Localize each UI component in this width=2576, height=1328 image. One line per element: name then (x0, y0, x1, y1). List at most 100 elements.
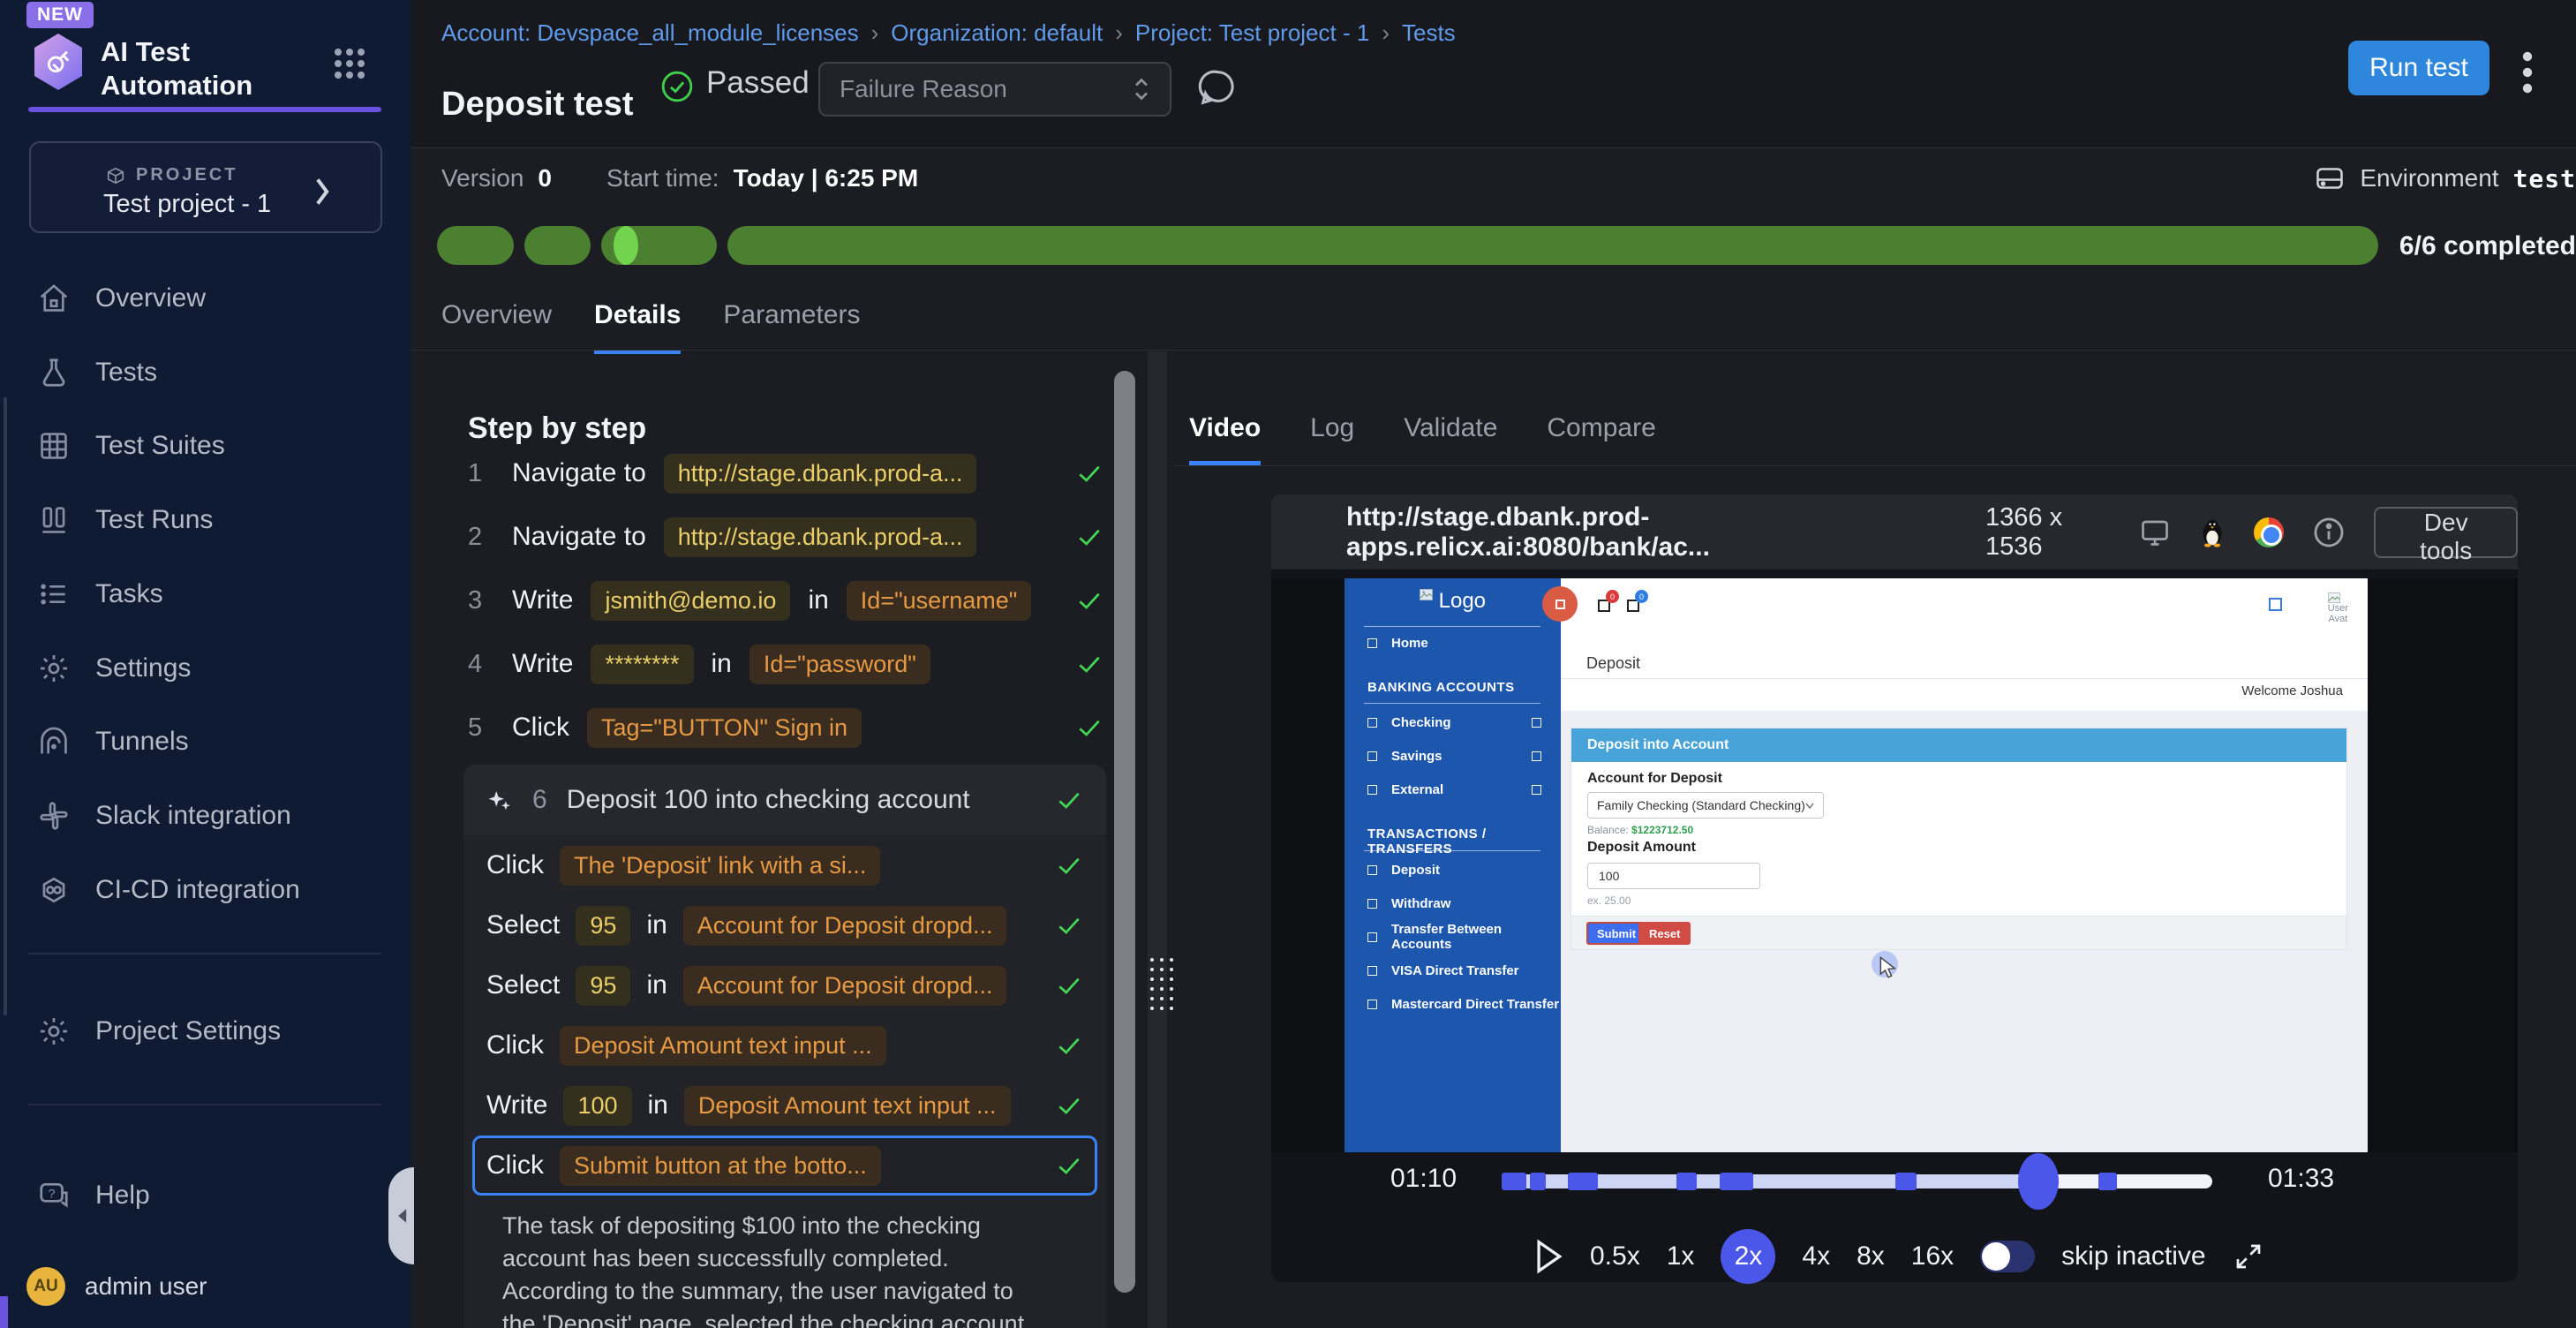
bank-nav-item[interactable]: Deposit (1344, 856, 1561, 883)
step-row[interactable]: Select95inAccount for Deposit dropd... (486, 895, 1083, 955)
timeline-thumb[interactable] (2018, 1153, 2059, 1210)
bank-nav-item[interactable]: Mastercard Direct Transfer (1344, 991, 1561, 1017)
breadcrumb-account[interactable]: Account: Devspace_all_module_licenses (441, 19, 859, 47)
fullscreen-icon[interactable] (2233, 1241, 2264, 1272)
skip-inactive-toggle[interactable] (1980, 1241, 2035, 1272)
bank-nav-item[interactable]: Savings (1344, 743, 1561, 769)
step-row[interactable]: 1Navigate tohttp://stage.dbank.prod-a... (468, 441, 1103, 505)
step-chip[interactable]: ******** (591, 645, 693, 684)
failure-reason-select[interactable]: Failure Reason (818, 62, 1171, 117)
speed-4x[interactable]: 4x (1802, 1241, 1830, 1271)
step-chip[interactable]: http://stage.dbank.prod-a... (664, 454, 977, 494)
step-row-selected[interactable]: ClickSubmit button at the botto... (472, 1136, 1097, 1196)
speed-2x[interactable]: 2x (1721, 1229, 1775, 1284)
step-row[interactable]: 2Navigate tohttp://stage.dbank.prod-a... (468, 505, 1103, 569)
kebab-menu-icon[interactable] (2522, 49, 2533, 95)
step-chip[interactable]: The 'Deposit' link with a si... (560, 846, 880, 886)
breadcrumb-project[interactable]: Project: Test project - 1 (1135, 19, 1369, 47)
step-chip[interactable]: Tag="BUTTON" Sign in (587, 708, 862, 748)
info-icon[interactable] (2312, 516, 2346, 549)
step-chip[interactable]: 95 (576, 906, 630, 946)
dev-tools-button[interactable]: Dev tools (2374, 507, 2518, 558)
breadcrumb-tests[interactable]: Tests (1402, 19, 1456, 47)
video-timeline[interactable] (1502, 1174, 2212, 1188)
comment-bubble-icon[interactable] (1198, 67, 1239, 108)
speed-0-5x[interactable]: 0.5x (1590, 1241, 1640, 1271)
tabs-divider (411, 350, 2576, 351)
app-sidebar: NEW AI Test Automation PROJECT Test proj… (0, 0, 411, 1328)
step-row[interactable]: ClickThe 'Deposit' link with a si... (486, 835, 1083, 895)
step-chip[interactable]: Deposit Amount text input ... (560, 1026, 886, 1066)
speed-8x[interactable]: 8x (1857, 1241, 1885, 1271)
tab-details[interactable]: Details (594, 300, 681, 354)
project-selector[interactable]: PROJECT Test project - 1 (29, 141, 382, 233)
step-chip[interactable]: 95 (576, 966, 630, 1006)
tab-overview[interactable]: Overview (441, 300, 552, 354)
tab-video[interactable]: Video (1189, 413, 1261, 465)
step-row[interactable]: 3Writejsmith@demo.ioinId="username" (468, 569, 1103, 632)
step-action: in (712, 649, 732, 679)
step-action: Click (512, 713, 569, 743)
step-chip[interactable]: 100 (563, 1086, 631, 1126)
sidebar-item-project-settings[interactable]: Project Settings (37, 1004, 381, 1059)
tab-validate[interactable]: Validate (1404, 413, 1497, 465)
bank-nav-item[interactable]: VISA Direct Transfer (1344, 957, 1561, 984)
tab-parameters[interactable]: Parameters (723, 300, 860, 354)
step-row[interactable]: 4Write********inId="password" (468, 632, 1103, 696)
sidebar-item-test-runs[interactable]: Test Runs (37, 493, 381, 547)
sidebar-mini-scrollbar[interactable] (4, 397, 7, 1015)
account-for-deposit-select[interactable]: Family Checking (Standard Checking) (1587, 792, 1824, 819)
user-menu[interactable]: AU admin user (26, 1267, 207, 1306)
sidebar-collapse-button[interactable] (388, 1167, 414, 1264)
step-group-header[interactable]: 6 Deposit 100 into checking account (463, 765, 1106, 835)
home-icon (37, 282, 71, 315)
activity-marker (1568, 1173, 1598, 1190)
sidebar-item-overview[interactable]: Overview (37, 271, 381, 326)
sidebar-item-settings[interactable]: Settings (37, 641, 381, 696)
play-icon[interactable] (1533, 1239, 1563, 1274)
speed-1x[interactable]: 1x (1667, 1241, 1695, 1271)
splitter-drag-handle-icon[interactable] (1150, 958, 1164, 1010)
step-row[interactable]: Select95inAccount for Deposit dropd... (486, 955, 1083, 1015)
bank-toolbar-icon[interactable] (2269, 598, 2282, 611)
sidebar-item-test-suites[interactable]: Test Suites (37, 419, 381, 473)
skip-inactive-label: skip inactive (2061, 1241, 2205, 1271)
sidebar-item-slack-integration[interactable]: Slack integration (37, 788, 381, 843)
sidebar-item-cicd-integration[interactable]: CI-CD integration (37, 863, 381, 917)
step-chip[interactable]: Id="password" (749, 645, 930, 684)
sidebar-item-tasks[interactable]: Tasks (37, 567, 381, 622)
step-chip[interactable]: Submit button at the botto... (560, 1146, 881, 1186)
run-test-button[interactable]: Run test (2348, 41, 2489, 95)
apps-grid-icon[interactable] (334, 48, 365, 79)
step-chip[interactable]: Deposit Amount text input ... (684, 1086, 1011, 1126)
step-chip[interactable]: Account for Deposit dropd... (683, 966, 1007, 1006)
resolution-label: 1366 x 1536 (1985, 503, 2109, 562)
steps-scrollbar[interactable] (1114, 371, 1135, 1293)
step-chip[interactable]: http://stage.dbank.prod-a... (664, 517, 977, 557)
tab-compare[interactable]: Compare (1547, 413, 1655, 465)
tab-log[interactable]: Log (1310, 413, 1354, 465)
sidebar-item-tunnels[interactable]: Tunnels (37, 714, 381, 769)
bank-nav-item[interactable]: Checking (1344, 709, 1561, 736)
bank-nav-item[interactable]: Transfer Between Accounts (1344, 924, 1561, 950)
step-row[interactable]: 5ClickTag="BUTTON" Sign in (468, 696, 1103, 759)
panel-splitter[interactable] (1148, 351, 1167, 1328)
bank-submit-button[interactable]: Submit (1586, 922, 1646, 945)
step-row[interactable]: ClickDeposit Amount text input ... (486, 1015, 1083, 1075)
deposit-amount-input[interactable]: 100 (1587, 863, 1760, 889)
speed-16x[interactable]: 16x (1911, 1241, 1954, 1271)
slack-icon (37, 799, 71, 833)
bank-nav-item[interactable]: Withdraw (1344, 890, 1561, 917)
step-chip[interactable]: Account for Deposit dropd... (683, 906, 1007, 946)
step-row[interactable]: Write100inDeposit Amount text input ... (486, 1075, 1083, 1136)
sidebar-item-tests[interactable]: Tests (37, 345, 381, 400)
bank-user-avatar-broken[interactable]: UserAvat (2328, 592, 2348, 624)
step-chip[interactable]: jsmith@demo.io (591, 581, 790, 621)
sidebar-bottom-accent (0, 1296, 8, 1328)
step-chip[interactable]: Id="username" (847, 581, 1032, 621)
bank-nav-home[interactable]: Home (1344, 630, 1561, 656)
bank-reset-button[interactable]: Reset (1638, 922, 1691, 945)
breadcrumb-organization[interactable]: Organization: default (891, 19, 1103, 47)
sidebar-item-help[interactable]: ? Help (37, 1168, 381, 1223)
bank-nav-item[interactable]: External (1344, 776, 1561, 803)
